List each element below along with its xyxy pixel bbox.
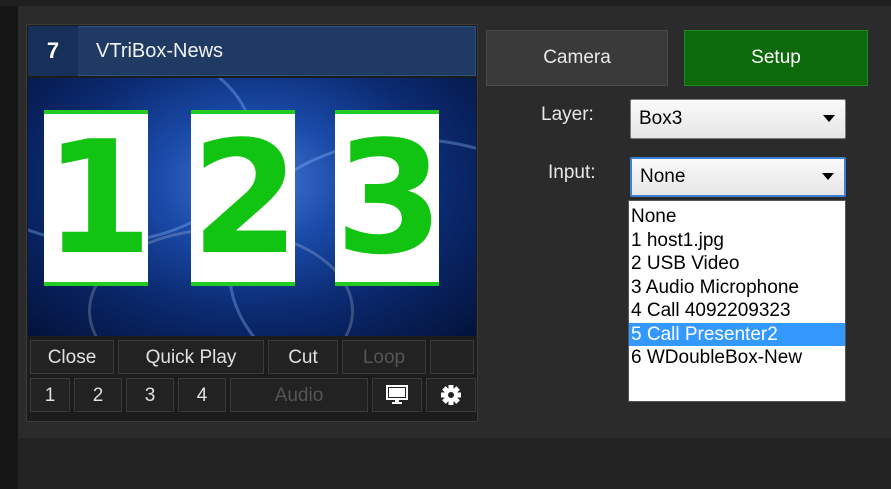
- close-button[interactable]: Close: [30, 340, 114, 374]
- layer-select[interactable]: Box3: [630, 99, 846, 139]
- input-select[interactable]: None: [630, 157, 846, 197]
- input-number: 7: [28, 26, 78, 76]
- input-dropdown-list: None 1 host1.jpg 2 USB Video 3 Audio Mic…: [628, 200, 846, 402]
- settings-button[interactable]: [426, 378, 476, 412]
- dropdown-option[interactable]: None: [629, 205, 845, 229]
- tab-camera[interactable]: Camera: [486, 30, 668, 86]
- preview-digit-card: 2: [191, 107, 300, 289]
- monitor-icon: [386, 385, 408, 404]
- audio-button[interactable]: Audio: [230, 378, 368, 412]
- layer-label: Layer:: [541, 104, 594, 125]
- dropdown-option[interactable]: 4 Call 4092209323: [629, 299, 845, 323]
- overlay-2-button[interactable]: 2: [74, 378, 122, 412]
- chevron-down-icon: [822, 173, 834, 180]
- quick-play-button[interactable]: Quick Play: [118, 340, 264, 374]
- tab-setup[interactable]: Setup: [684, 30, 868, 86]
- dropdown-option[interactable]: 3 Audio Microphone: [629, 276, 845, 300]
- chevron-down-icon: [823, 115, 835, 122]
- input-name: VTriBox-News: [96, 40, 224, 62]
- preview-digit-card: 3: [335, 107, 444, 289]
- overlay-4-button[interactable]: 4: [178, 378, 226, 412]
- monitor-button[interactable]: [372, 378, 422, 412]
- layer-select-value: Box3: [639, 108, 683, 129]
- cut-button[interactable]: Cut: [268, 340, 338, 374]
- preview-digit-card: 1: [44, 107, 153, 289]
- input-label: Input:: [548, 162, 596, 183]
- loop-button[interactable]: Loop: [342, 340, 426, 374]
- dropdown-option[interactable]: 6 WDoubleBox-New: [629, 346, 845, 370]
- dropdown-option[interactable]: 2 USB Video: [629, 252, 845, 276]
- bottom-area: [18, 438, 891, 489]
- empty-slot: [430, 340, 474, 374]
- gear-icon: [441, 385, 461, 405]
- overlay-1-button[interactable]: 1: [30, 378, 70, 412]
- dropdown-option[interactable]: 1 host1.jpg: [629, 229, 845, 253]
- overlay-3-button[interactable]: 3: [126, 378, 174, 412]
- input-select-value: None: [640, 166, 686, 187]
- input-preview[interactable]: 1 2 3: [28, 78, 476, 336]
- dropdown-option-highlighted[interactable]: 5 Call Presenter2: [629, 322, 845, 346]
